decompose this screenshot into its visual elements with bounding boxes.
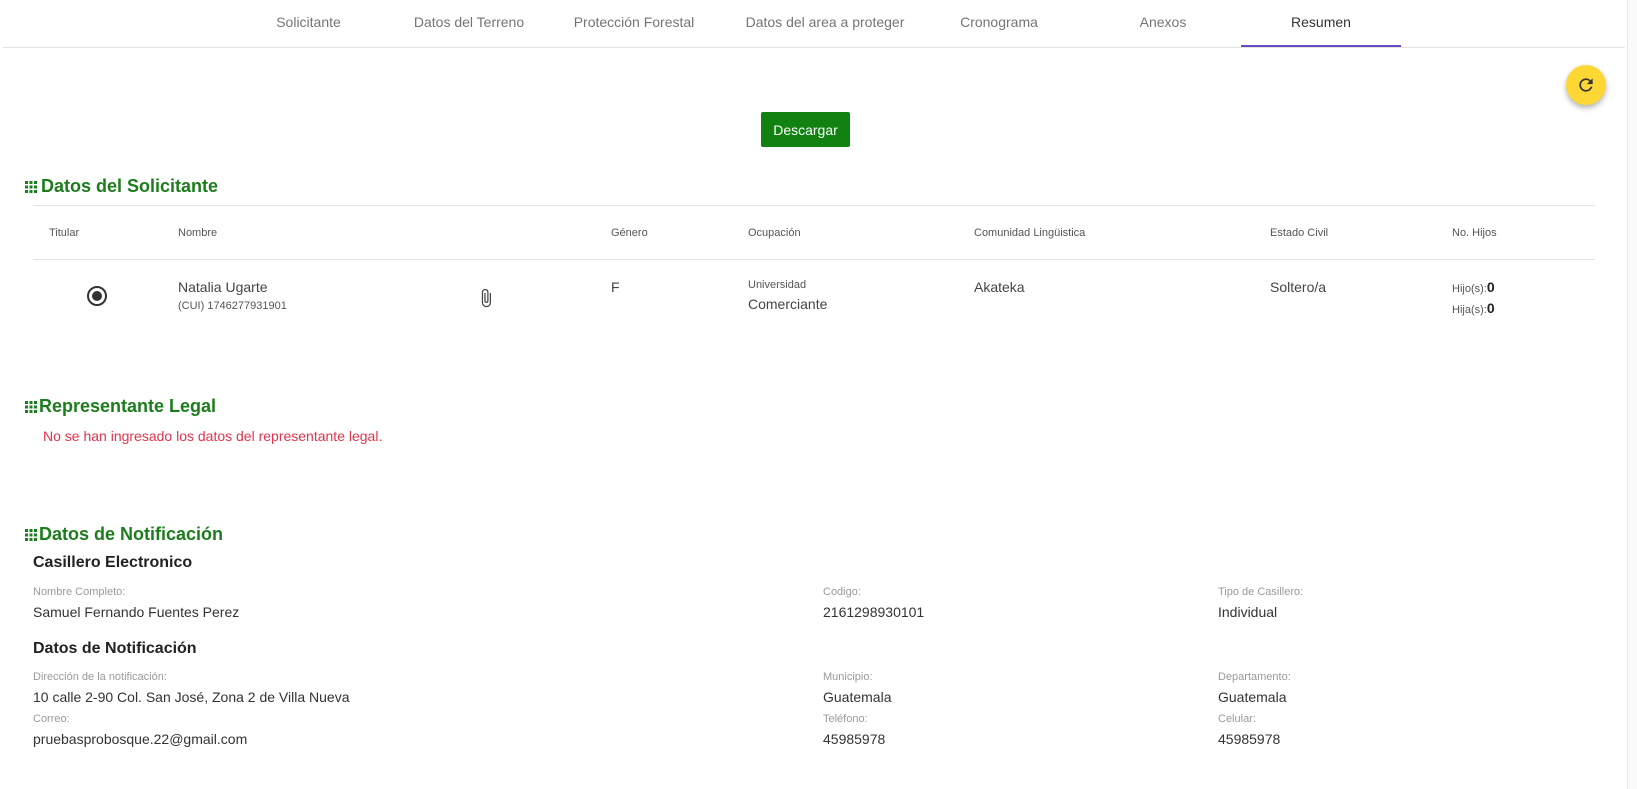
hijos-label: Hijo(s): [1452, 283, 1487, 295]
nombre-completo-value: Samuel Fernando Fuentes Perez [33, 604, 240, 620]
tab-bar: Solicitante Datos del Terreno Protección… [3, 0, 1625, 48]
tab-proteccion-forestal[interactable]: Protección Forestal [559, 0, 709, 47]
tab-cronograma[interactable]: Cronograma [929, 0, 1069, 47]
hijos-count: Hijo(s):0 [1452, 279, 1495, 297]
download-button[interactable]: Descargar [761, 112, 850, 147]
solicitante-comunidad: Akateka [974, 279, 1025, 295]
refresh-icon [1579, 78, 1593, 92]
section-title-representante: Representante Legal [39, 396, 217, 416]
grid-dots-icon [25, 180, 37, 193]
grid-dots-icon [25, 528, 37, 541]
hijas-count: Hija(s):0 [1452, 300, 1495, 318]
tab-datos-terreno[interactable]: Datos del Terreno [399, 0, 539, 47]
representante-error: No se han ingresado los datos del repres… [43, 428, 383, 444]
header-comunidad: Comunidad Lingüistica [974, 227, 1086, 239]
paperclip-icon [481, 288, 491, 308]
correo-value: pruebasprobosque.22@gmail.com [33, 731, 248, 747]
departamento-label: Departamento: [1218, 671, 1291, 683]
section-solicitante: Datos del Solicitante [25, 176, 218, 197]
solicitante-estado-civil: Soltero/a [1270, 279, 1327, 295]
tipo-casillero-value: Individual [1218, 604, 1278, 620]
municipio-value: Guatemala [823, 689, 892, 705]
solicitante-cui: (CUI) 1746277931901 [178, 300, 287, 312]
vertical-scrollbar[interactable] [1627, 0, 1637, 789]
tab-solicitante[interactable]: Solicitante [240, 0, 377, 47]
header-hijos: No. Hijos [1452, 227, 1497, 239]
solicitante-nombre: Natalia Ugarte [178, 279, 268, 295]
section-title-notificacion: Datos de Notificación [39, 524, 224, 544]
grid-dots-icon [25, 400, 37, 413]
header-titular: Titular [49, 227, 80, 239]
section-notificacion: Datos de Notificación [25, 524, 223, 545]
celular-label: Celular: [1218, 713, 1256, 725]
codigo-value: 2161298930101 [823, 604, 925, 620]
departamento-value: Guatemala [1218, 689, 1287, 705]
section-representante: Representante Legal [25, 396, 216, 417]
tipo-casillero-label: Tipo de Casillero: [1218, 586, 1304, 598]
telefono-value: 45985978 [823, 731, 886, 747]
casillero-title: Casillero Electronico [33, 554, 193, 571]
refresh-button[interactable] [1566, 65, 1606, 105]
header-estado-civil: Estado Civil [1270, 227, 1329, 239]
celular-value: 45985978 [1218, 731, 1281, 747]
direccion-value: 10 calle 2-90 Col. San José, Zona 2 de V… [33, 689, 350, 705]
divider [33, 259, 1595, 260]
correo-label: Correo: [33, 713, 70, 725]
tab-datos-area[interactable]: Datos del area a proteger [737, 0, 913, 47]
telefono-label: Teléfono: [823, 713, 868, 725]
direccion-label: Dirección de la notificación: [33, 671, 167, 683]
tab-anexos[interactable]: Anexos [1088, 0, 1238, 47]
divider [33, 205, 1595, 206]
municipio-label: Municipio: [823, 671, 873, 683]
titular-radio[interactable] [87, 286, 107, 306]
tab-resumen[interactable]: Resumen [1241, 0, 1401, 47]
header-ocupacion: Ocupación [748, 227, 801, 239]
header-genero: Género [611, 227, 648, 239]
codigo-label: Codigo: [823, 586, 861, 598]
datos-notificacion-title: Datos de Notificación [33, 640, 197, 657]
hijas-label: Hija(s): [1452, 304, 1487, 316]
hijas-value: 0 [1486, 300, 1495, 316]
solicitante-ocupacion-nivel: Universidad [748, 279, 807, 291]
radio-selected-icon [92, 291, 102, 301]
nombre-completo-label: Nombre Completo: [33, 586, 126, 598]
solicitante-genero: F [611, 279, 620, 295]
hijos-value: 0 [1486, 279, 1495, 295]
attachment-button[interactable] [476, 287, 496, 314]
section-title-solicitante: Datos del Solicitante [41, 176, 219, 196]
solicitante-ocupacion: Comerciante [748, 296, 828, 312]
header-nombre: Nombre [178, 227, 218, 239]
